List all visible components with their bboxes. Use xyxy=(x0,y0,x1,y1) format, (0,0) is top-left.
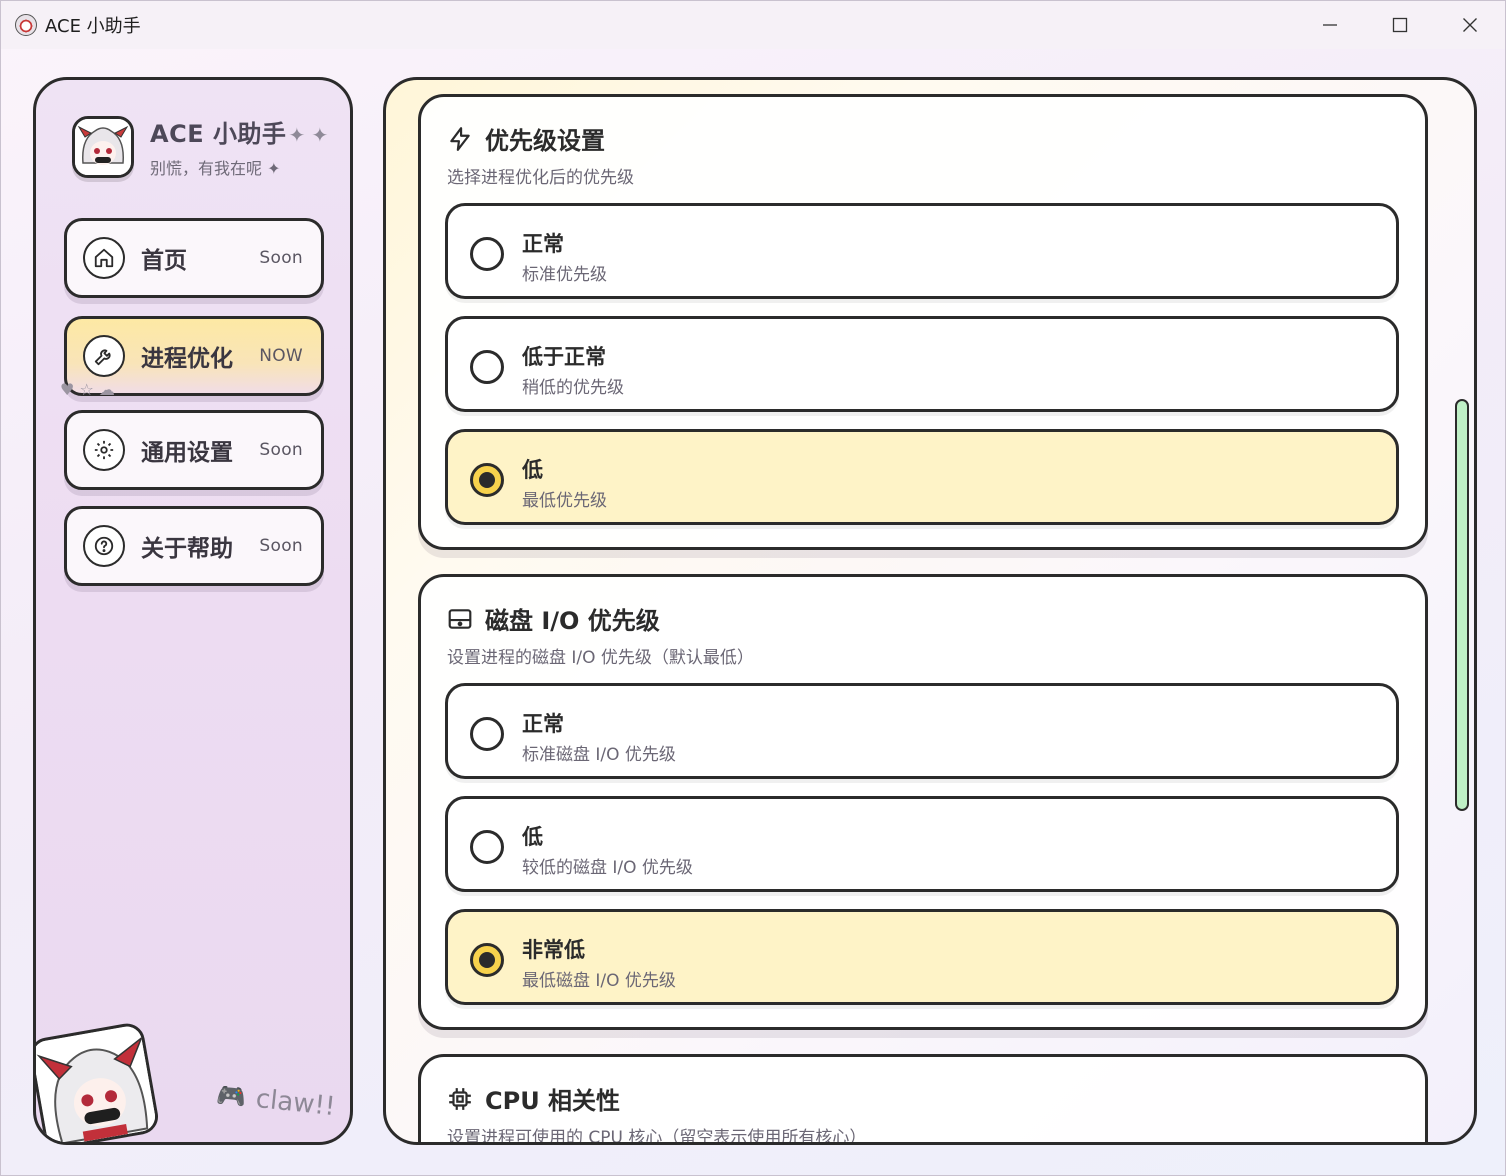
decorative-doodles: ♥ ☆ ☁ xyxy=(60,380,115,399)
option-subtitle: 较低的磁盘 I/O 优先级 xyxy=(522,858,693,878)
nav-label: 首页 xyxy=(141,248,187,274)
cpu-affinity-card: CPU 相关性 设置进程可使用的 CPU 核心（留空表示使用所有核心） xyxy=(418,1054,1428,1145)
claw-signature: 🎮 claw!! xyxy=(215,1080,337,1122)
cloud-icon: ☁ xyxy=(98,380,115,399)
priority-option-normal[interactable]: 正常 标准优先级 xyxy=(445,203,1399,299)
app-logo-icon xyxy=(15,14,37,36)
option-title: 非常低 xyxy=(522,938,585,962)
wrench-icon xyxy=(83,335,125,377)
nav-label: 关于帮助 xyxy=(141,536,233,562)
mascot-illustration-icon xyxy=(36,1023,161,1142)
nav-badge: Soon xyxy=(259,536,303,556)
claw-text: claw!! xyxy=(254,1084,337,1123)
radio-button-selected[interactable] xyxy=(470,463,504,497)
priority-option-low[interactable]: 低 最低优先级 xyxy=(445,429,1399,525)
maximize-button[interactable] xyxy=(1365,1,1435,49)
option-title: 正常 xyxy=(522,232,564,256)
star-icon: ☆ xyxy=(79,380,94,399)
option-subtitle: 最低磁盘 I/O 优先级 xyxy=(522,971,676,991)
nav-item-general-settings[interactable]: 通用设置 Soon xyxy=(64,410,324,490)
option-title: 低于正常 xyxy=(522,345,606,369)
gamepad-icon: 🎮 xyxy=(214,1080,248,1112)
radio-button[interactable] xyxy=(470,830,504,864)
option-title: 低 xyxy=(522,825,543,849)
nav-item-about-help[interactable]: 关于帮助 Soon xyxy=(64,506,324,586)
option-title: 低 xyxy=(522,458,543,482)
card-title: 优先级设置 xyxy=(485,127,605,155)
priority-card: 优先级设置 选择进程优化后的优先级 正常 标准优先级 低于正常 稍低的优先级 低… xyxy=(418,94,1428,550)
nav-label: 通用设置 xyxy=(141,440,233,466)
brand-subtitle: 别慌，有我在呢 ✦ xyxy=(150,159,281,178)
brand-header: ACE 小助手 ✦ ✦ 别慌，有我在呢 ✦ xyxy=(72,114,328,179)
main-panel[interactable]: 优先级设置 选择进程优化后的优先级 正常 标准优先级 低于正常 稍低的优先级 低… xyxy=(383,77,1477,1145)
close-button[interactable] xyxy=(1435,1,1505,49)
minimize-button[interactable] xyxy=(1295,1,1365,49)
heart-icon: ♥ xyxy=(60,380,75,399)
avatar xyxy=(72,115,134,178)
nav-item-home[interactable]: 首页 Soon xyxy=(64,218,324,298)
radio-button[interactable] xyxy=(470,237,504,271)
disk-io-option-very-low[interactable]: 非常低 最低磁盘 I/O 优先级 xyxy=(445,909,1399,1005)
app-window: ACE 小助手 ACE 小助手 ✦ ✦ 别慌，有我在呢 ✦ 首页 Soon 进程… xyxy=(0,0,1506,1176)
avatar-illustration-icon xyxy=(75,118,131,175)
option-subtitle: 标准磁盘 I/O 优先级 xyxy=(522,745,676,765)
title-bar[interactable]: ACE 小助手 xyxy=(1,1,1505,49)
disk-io-card: 磁盘 I/O 优先级 设置进程的磁盘 I/O 优先级（默认最低） 正常 标准磁盘… xyxy=(418,574,1428,1030)
radio-button-selected[interactable] xyxy=(470,943,504,977)
window-title: ACE 小助手 xyxy=(45,16,141,37)
main-scrollbar-thumb[interactable] xyxy=(1455,399,1469,811)
radio-button[interactable] xyxy=(470,350,504,384)
card-description: 选择进程优化后的优先级 xyxy=(447,168,634,188)
option-subtitle: 稍低的优先级 xyxy=(522,378,624,398)
option-title: 正常 xyxy=(522,712,564,736)
nav-badge: Soon xyxy=(259,440,303,460)
disk-io-option-low[interactable]: 低 较低的磁盘 I/O 优先级 xyxy=(445,796,1399,892)
nav-label: 进程优化 xyxy=(141,346,233,372)
lightning-icon xyxy=(450,126,470,151)
home-icon xyxy=(83,237,125,279)
minimize-icon xyxy=(1323,24,1337,26)
sidebar: ACE 小助手 ✦ ✦ 别慌，有我在呢 ✦ 首页 Soon 进程优化 NOW ♥ … xyxy=(33,77,353,1145)
nav-badge: NOW xyxy=(259,346,303,366)
brand-sparkle: ✦ ✦ xyxy=(288,123,329,147)
priority-option-below-normal[interactable]: 低于正常 稍低的优先级 xyxy=(445,316,1399,412)
radio-button[interactable] xyxy=(470,717,504,751)
nav-badge: Soon xyxy=(259,248,303,268)
disk-io-option-normal[interactable]: 正常 标准磁盘 I/O 优先级 xyxy=(445,683,1399,779)
card-description: 设置进程的磁盘 I/O 优先级（默认最低） xyxy=(447,648,754,668)
help-icon xyxy=(83,525,125,567)
gear-icon xyxy=(83,429,125,471)
card-title: CPU 相关性 xyxy=(485,1087,621,1115)
close-icon xyxy=(1463,18,1477,32)
option-subtitle: 最低优先级 xyxy=(522,491,607,511)
mascot-sticker xyxy=(36,1020,161,1142)
option-subtitle: 标准优先级 xyxy=(522,265,607,285)
maximize-icon xyxy=(1392,17,1408,33)
cpu-icon xyxy=(449,1087,471,1110)
card-title: 磁盘 I/O 优先级 xyxy=(485,607,660,635)
disk-icon xyxy=(448,608,472,629)
card-description: 设置进程可使用的 CPU 核心（留空表示使用所有核心） xyxy=(447,1128,867,1145)
brand-title: ACE 小助手 xyxy=(150,120,287,148)
window-controls xyxy=(1295,1,1505,49)
